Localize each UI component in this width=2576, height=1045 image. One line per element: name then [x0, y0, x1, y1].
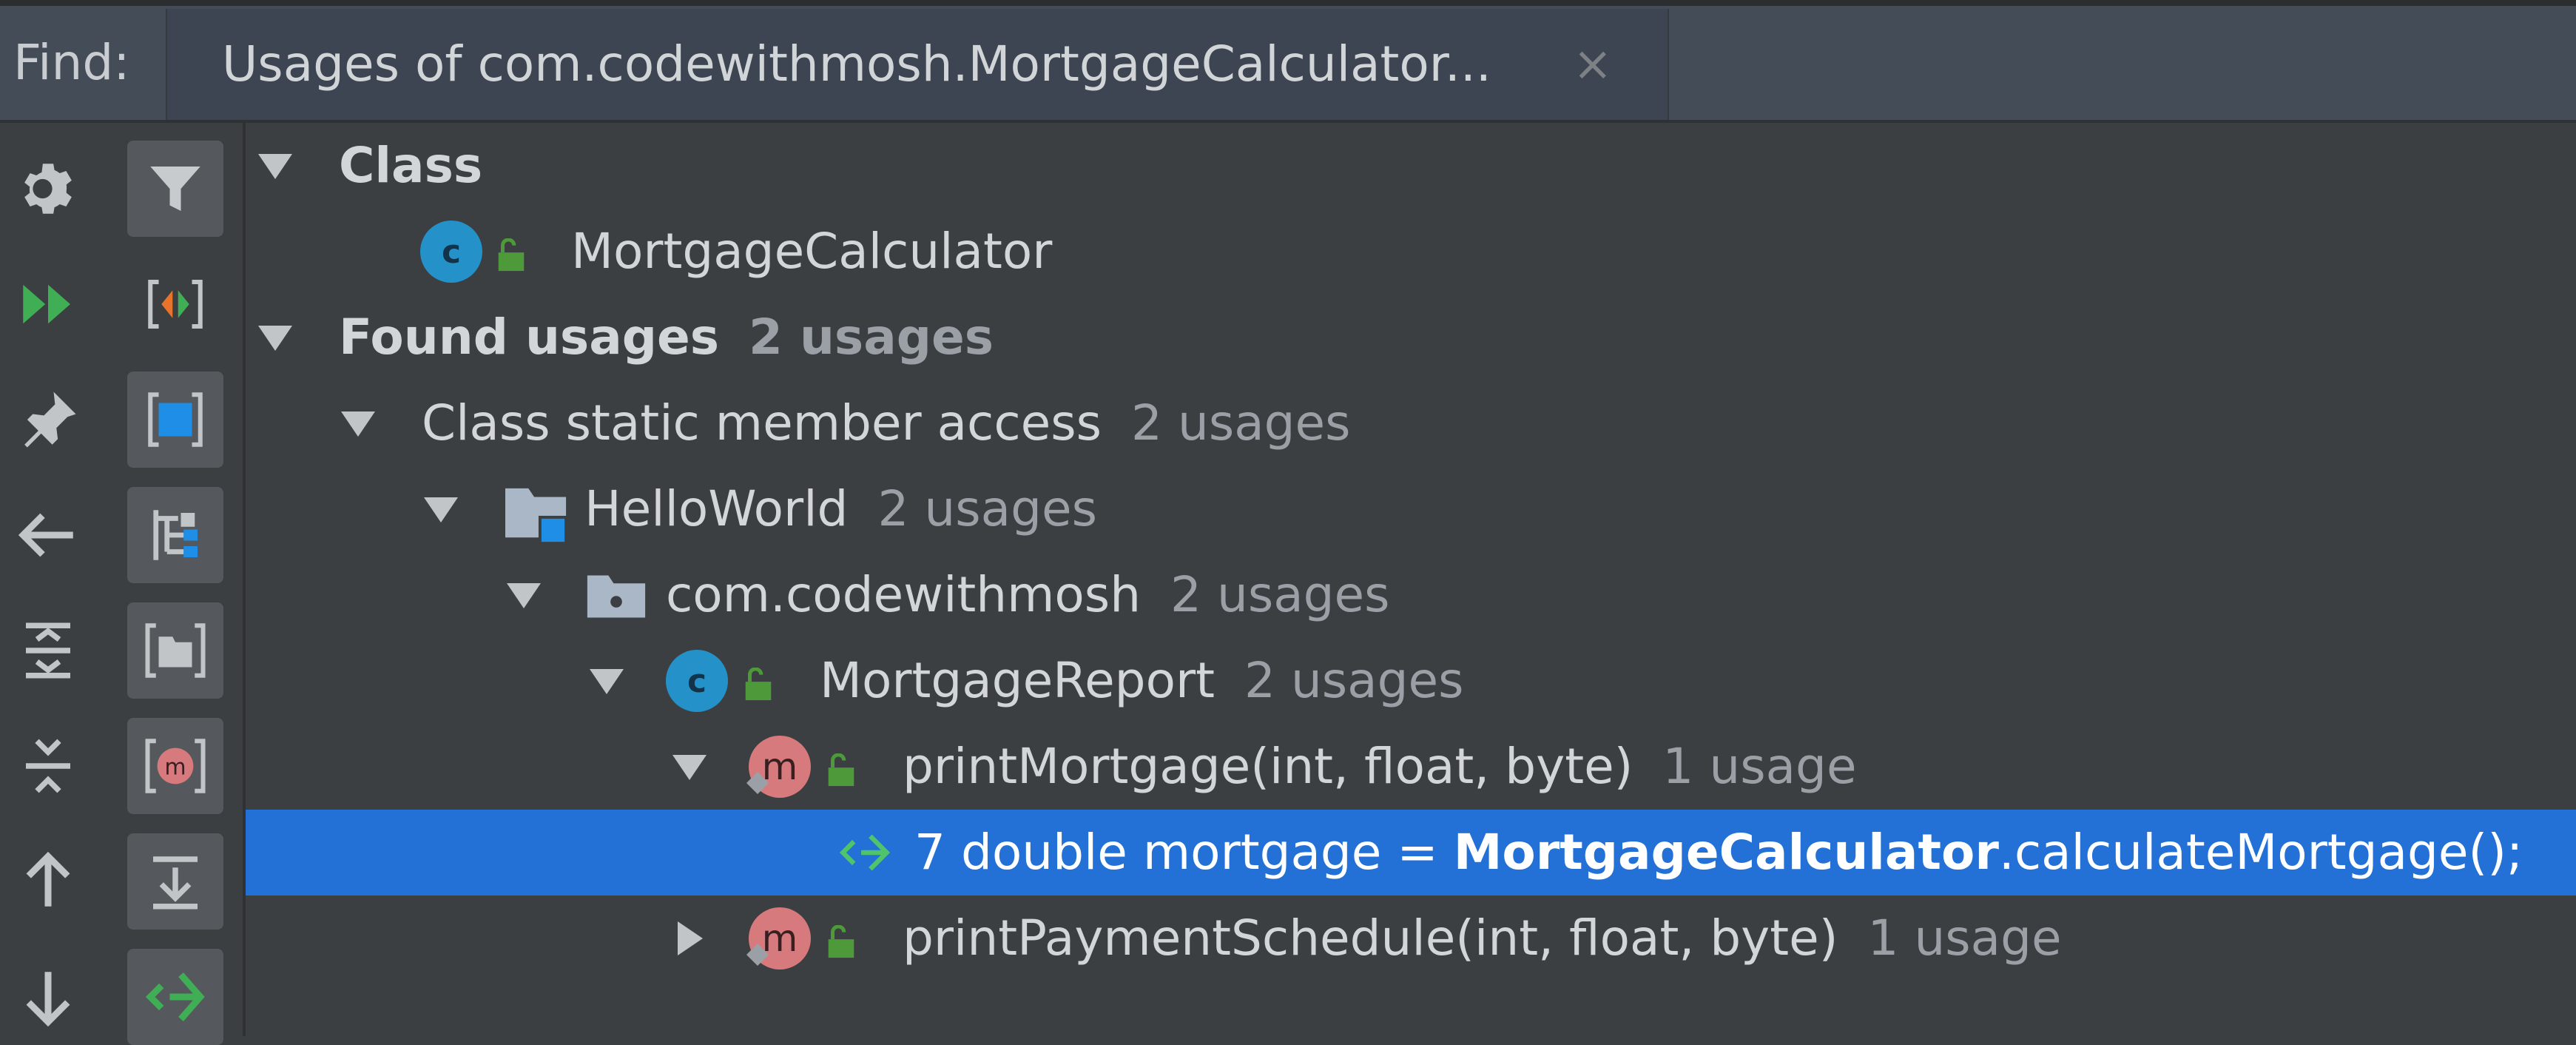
usages-tab[interactable]: Usages of com.codewithmosh.MortgageCalcu… — [166, 9, 1669, 120]
tree-row-usage-selected[interactable]: 7 double mortgage = MortgageCalculator.c… — [246, 810, 2576, 896]
usage-count: 2 usages — [749, 309, 994, 366]
expand-arrow-icon[interactable] — [667, 724, 712, 810]
package-group-icon[interactable] — [127, 487, 223, 583]
public-lock-icon — [741, 668, 775, 702]
expand-all-icon[interactable] — [0, 602, 96, 699]
collapse-all-icon[interactable] — [0, 718, 96, 814]
tree-row-method[interactable]: m printMortgage(int, float, byte) 1 usage — [246, 724, 2576, 810]
tree-label: com.codewithmosh — [666, 566, 1142, 623]
tree-row-class-report[interactable]: c MortgageReport 2 usages — [246, 638, 2576, 724]
public-lock-icon — [494, 238, 528, 272]
tree-row-package[interactable]: com.codewithmosh 2 usages — [246, 552, 2576, 638]
collapsed-arrow-icon[interactable] — [667, 896, 712, 981]
tree-label: printPaymentSchedule(int, float, byte) — [903, 910, 1838, 967]
find-label: Find: — [13, 34, 130, 91]
tree-row-class-node[interactable]: c MortgageCalculator — [246, 209, 2576, 295]
directory-structure-icon[interactable] — [127, 602, 223, 699]
package-folder-icon — [584, 573, 648, 620]
usage-code-suffix: .calculateMortgage(); — [1998, 824, 2523, 881]
tree-row-module[interactable]: HelloWorld 2 usages — [246, 466, 2576, 552]
down-icon[interactable] — [0, 949, 96, 1045]
tree-label: Class — [339, 137, 483, 194]
usage-count: 1 usage — [1662, 738, 1857, 795]
tree-label: Class static member access — [422, 394, 1102, 451]
expand-arrow-icon[interactable] — [584, 638, 629, 724]
override-marker-icon — [744, 941, 771, 968]
expand-arrow-icon[interactable] — [419, 466, 463, 552]
public-lock-icon — [824, 753, 858, 787]
close-icon[interactable]: × — [1573, 9, 1613, 120]
usage-count: 2 usages — [1244, 652, 1464, 709]
expand-arrow-icon[interactable] — [253, 295, 297, 380]
tab-title: Usages of com.codewithmosh.MortgageCalcu… — [222, 36, 1491, 93]
tree-row-found-usages[interactable]: Found usages 2 usages — [246, 295, 2576, 380]
expand-arrow-icon[interactable] — [336, 380, 380, 466]
method-group-icon[interactable]: m — [127, 718, 223, 814]
usage-count: 2 usages — [877, 480, 1097, 537]
module-folder-icon — [502, 483, 573, 546]
usage-navigate-icon — [837, 832, 892, 873]
pin-icon[interactable] — [0, 372, 96, 468]
expand-arrow-icon[interactable] — [253, 123, 297, 209]
tree-label: MortgageCalculator — [571, 223, 1053, 280]
usage-count: 1 usage — [1867, 910, 2062, 967]
gear-icon[interactable] — [0, 141, 96, 237]
usage-count: 2 usages — [1131, 394, 1351, 451]
tree-label: printMortgage(int, float, byte) — [903, 738, 1633, 795]
preview-icon[interactable] — [127, 256, 223, 352]
tree-row-method[interactable]: m printPaymentSchedule(int, float, byte)… — [246, 896, 2576, 981]
tree-label: HelloWorld — [584, 480, 849, 537]
navigate-icon[interactable] — [127, 949, 223, 1045]
override-marker-icon — [744, 770, 771, 796]
tree-label: Found usages — [339, 309, 720, 366]
usage-code-prefix: 7 double mortgage = — [914, 824, 1454, 881]
usages-tree: Class c MortgageCalculator Found usages 2… — [246, 123, 2576, 1036]
next-icon[interactable] — [0, 833, 96, 930]
rerun-icon[interactable] — [0, 256, 96, 352]
filter-icon[interactable] — [127, 141, 223, 237]
tree-row-class-header[interactable]: Class — [246, 123, 2576, 209]
tree-row-static-access[interactable]: Class static member access 2 usages — [246, 380, 2576, 466]
class-icon: c — [420, 221, 482, 283]
module-group-icon[interactable] — [127, 372, 223, 468]
svg-text:m: m — [164, 754, 186, 780]
merge-usages-icon[interactable] — [127, 833, 223, 930]
find-toolbar: m — [0, 123, 246, 1045]
class-icon: c — [666, 650, 728, 712]
public-lock-icon — [824, 925, 858, 959]
previous-occurrence-icon[interactable] — [0, 487, 96, 583]
top-border — [0, 0, 2576, 6]
usage-count: 2 usages — [1170, 566, 1390, 623]
tree-label: MortgageReport — [820, 652, 1215, 709]
usage-code-highlight: MortgageCalculator — [1453, 824, 1999, 881]
expand-arrow-icon[interactable] — [502, 552, 546, 638]
